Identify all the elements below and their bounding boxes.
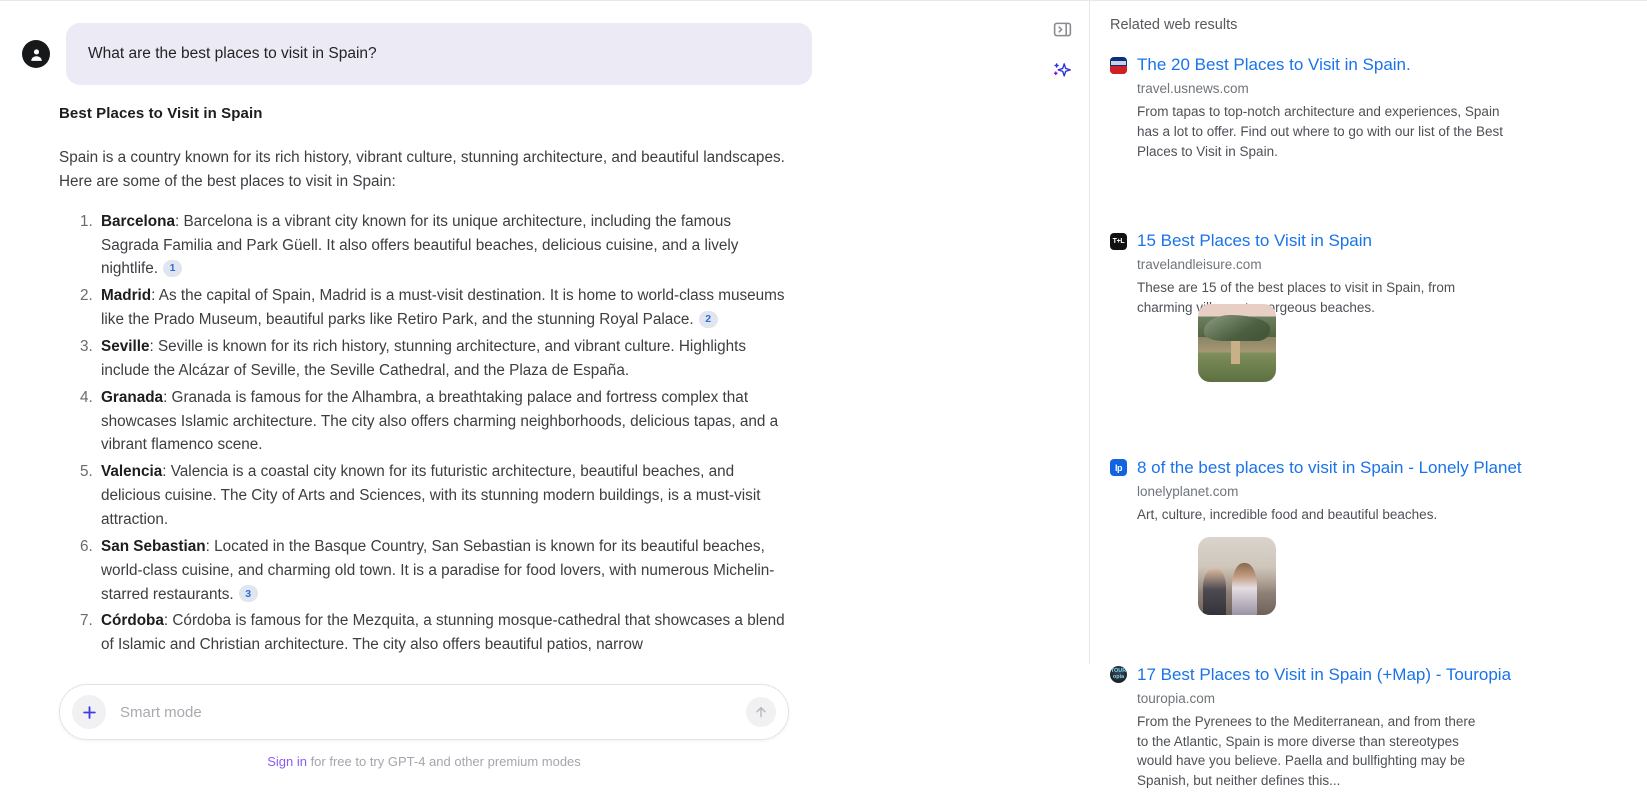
web-result-item[interactable]: lp 8 of the best places to visit in Spain… <box>1110 458 1630 615</box>
result-thumbnail <box>1198 303 1276 382</box>
place-item: Granada: Granada is famous for the Alham… <box>97 386 789 458</box>
place-item: Barcelona: Barcelona is a vibrant city k… <box>97 210 789 282</box>
sparkle-ai-icon[interactable] <box>1048 57 1076 85</box>
result-snippet: From tapas to top-notch architecture and… <box>1137 104 1503 159</box>
result-domain: lonelyplanet.com <box>1137 483 1239 499</box>
place-description: : As the capital of Spain, Madrid is a m… <box>101 287 785 329</box>
panel-collapse-icon[interactable] <box>1048 15 1076 43</box>
place-item: Valencia: Valencia is a coastal city kno… <box>97 460 789 532</box>
composer-area: Sign in for free to try GPT-4 and other … <box>0 678 1100 802</box>
composer-input[interactable] <box>118 702 746 722</box>
user-message-text: What are the best places to visit in Spa… <box>88 45 377 63</box>
result-snippet: These are 15 of the best places to visit… <box>1137 280 1456 316</box>
signin-link[interactable]: Sign in <box>267 754 307 769</box>
place-name: Madrid <box>101 287 152 305</box>
conversation-column: What are the best places to visit in Spa… <box>0 1 1100 802</box>
result-title-link[interactable]: 8 of the best places to visit in Spain -… <box>1137 458 1522 478</box>
signin-footer: Sign in for free to try GPT-4 and other … <box>0 754 848 769</box>
result-title-link[interactable]: 15 Best Places to Visit in Spain <box>1137 231 1372 251</box>
places-list: Barcelona: Barcelona is a vibrant city k… <box>59 210 789 657</box>
results-list: The 20 Best Places to Visit in Spain. tra… <box>1090 55 1647 802</box>
result-domain: touropia.com <box>1137 690 1216 706</box>
place-description: : Córdoba is famous for the Mezquita, a … <box>101 612 785 654</box>
touropia-favicon: TOUR opia <box>1110 666 1127 684</box>
web-result-item[interactable]: T+L 15 Best Places to Visit in Spain trave… <box>1110 231 1630 396</box>
result-snippet: From the Pyrenees to the Mediterranean, … <box>1137 713 1476 788</box>
citation-badge[interactable]: 3 <box>238 585 258 603</box>
place-description: : Valencia is a coastal city known for i… <box>101 463 761 529</box>
place-item: Madrid: As the capital of Spain, Madrid … <box>97 284 789 332</box>
place-name: Barcelona <box>101 212 175 230</box>
place-description: : Barcelona is a vibrant city known for … <box>101 212 739 278</box>
citation-badge[interactable]: 1 <box>162 260 182 278</box>
result-header: T+L 15 Best Places to Visit in Spain <box>1110 231 1630 251</box>
send-button[interactable] <box>746 697 776 727</box>
place-description: : Granada is famous for the Alhambra, a … <box>101 388 779 454</box>
answer-heading: Best Places to Visit in Spain <box>59 105 263 122</box>
result-title-link[interactable]: 17 Best Places to Visit in Spain (+Map) … <box>1137 665 1511 685</box>
related-web-results-panel: Related web results The 20 Best Places t… <box>1090 1 1647 802</box>
web-result-item[interactable]: The 20 Best Places to Visit in Spain. tra… <box>1110 55 1630 161</box>
usnews-wordmark <box>1111 60 1126 65</box>
place-name: San Sebastian <box>101 537 206 555</box>
result-header: lp 8 of the best places to visit in Spain… <box>1110 458 1630 478</box>
panel-icon-rail <box>1034 1 1090 111</box>
result-header: The 20 Best Places to Visit in Spain. <box>1110 55 1630 75</box>
place-item: Seville: Seville is known for its rich h… <box>97 335 789 383</box>
user-avatar-icon <box>22 40 50 68</box>
result-header: TOUR opia 17 Best Places to Visit in Spai… <box>1110 665 1630 685</box>
travelandleisure-favicon: T+L <box>1110 232 1127 250</box>
signin-rest-text: for free to try GPT-4 and other premium … <box>306 754 581 769</box>
place-name: Córdoba <box>101 612 164 630</box>
result-title-link[interactable]: The 20 Best Places to Visit in Spain. <box>1137 55 1411 75</box>
answer-intro: Spain is a country known for its rich hi… <box>59 149 785 190</box>
lonelyplanet-favicon: lp <box>1110 459 1127 477</box>
result-domain: travel.usnews.com <box>1137 81 1249 97</box>
plus-icon[interactable] <box>72 695 106 729</box>
place-name: Seville <box>101 338 150 356</box>
user-turn: What are the best places to visit in Spa… <box>22 23 812 85</box>
results-panel-title: Related web results <box>1110 17 1238 33</box>
result-thumbnail <box>1198 536 1276 615</box>
citation-badge[interactable]: 2 <box>698 310 718 328</box>
result-domain: travelandleisure.com <box>1137 257 1262 273</box>
usnews-favicon <box>1110 56 1127 74</box>
message-thread[interactable]: What are the best places to visit in Spa… <box>0 1 1100 679</box>
app-root: What are the best places to visit in Spa… <box>0 0 1647 802</box>
assistant-turn: Best Places to Visit in Spain Spain is a… <box>59 105 789 660</box>
place-description: : Seville is known for its rich history,… <box>101 338 747 379</box>
place-item: San Sebastian: Located in the Basque Cou… <box>97 535 789 607</box>
web-result-item[interactable]: TOUR opia 17 Best Places to Visit in Spai… <box>1110 665 1630 802</box>
result-snippet: Art, culture, incredible food and beauti… <box>1137 506 1438 522</box>
place-name: Valencia <box>101 463 163 481</box>
user-message-bubble: What are the best places to visit in Spa… <box>66 23 812 85</box>
place-name: Granada <box>101 388 164 406</box>
place-item: Córdoba: Córdoba is famous for the Mezqu… <box>97 609 789 657</box>
composer-bar[interactable] <box>59 684 789 740</box>
